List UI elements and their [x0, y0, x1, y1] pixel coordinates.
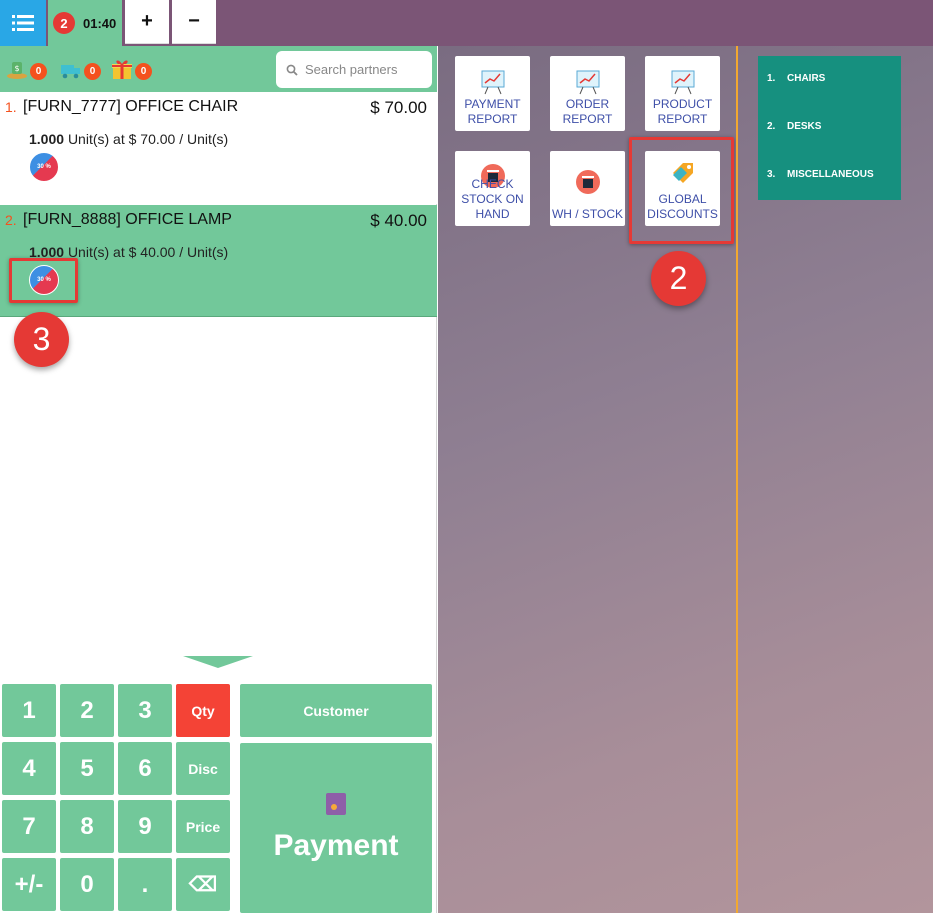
category-index: 1.: [767, 73, 776, 84]
tile-label: PRODUCT REPORT: [652, 97, 713, 126]
svg-text:$: $: [14, 64, 19, 73]
tile-label: PAYMENT REPORT: [464, 97, 521, 126]
line-product-name: [FURN_8888] OFFICE LAMP: [23, 211, 232, 228]
line-product-name: [FURN_7777] OFFICE CHAIR: [23, 98, 239, 115]
category-name: CHAIRS: [787, 73, 826, 84]
tile-label: CHECK STOCK ON HAND: [461, 177, 524, 221]
numpad-key-7[interactable]: 7: [2, 800, 56, 853]
tile-label: WH / STOCK: [551, 207, 624, 221]
numpad-key-1[interactable]: 1: [2, 684, 56, 737]
add-order-button[interactable]: +: [125, 0, 169, 44]
line-qty-value: 1.000: [29, 131, 65, 147]
annotation-step-2: 2: [651, 251, 706, 306]
divider-line: [736, 46, 738, 913]
numpad-key-8[interactable]: 8: [60, 800, 114, 853]
stock-icon: [575, 170, 600, 194]
customer-button[interactable]: Customer: [240, 684, 432, 737]
search-icon: [286, 64, 298, 76]
payment-label: Payment: [273, 829, 399, 862]
numpad-key-4[interactable]: 4: [2, 742, 56, 795]
top-bar: 2 01:40 + −: [0, 0, 933, 46]
gift-count: 0: [135, 63, 152, 80]
tile-label: ORDER REPORT: [562, 97, 613, 126]
category-item-chairs[interactable]: 1. CHAIRS: [758, 73, 901, 121]
gift-counter[interactable]: 0: [111, 54, 155, 80]
category-list: 1. CHAIRS 2. DESKS 3. MISCELLANEOUS: [758, 56, 901, 200]
chart-report-icon: [481, 70, 504, 95]
numpad-key-9[interactable]: 9: [118, 800, 172, 853]
line-price: $ 70.00: [370, 98, 427, 117]
line-unit-text: Unit(s) at $ 40.00 / Unit(s): [67, 244, 229, 260]
category-name: MISCELLANEOUS: [787, 169, 874, 180]
numpad-key-5[interactable]: 5: [60, 742, 114, 795]
order-pane: $ 0 0 0 Search partners 1. [FURN_7777] O…: [0, 46, 437, 913]
search-placeholder: Search partners: [305, 62, 398, 77]
delivery-count: 0: [84, 63, 101, 80]
numpad-key-2[interactable]: 2: [60, 684, 114, 737]
annotation-highlight-global-discounts: [629, 137, 734, 244]
remove-order-button[interactable]: −: [172, 0, 216, 44]
numpad-key-3[interactable]: 3: [118, 684, 172, 737]
category-item-miscellaneous[interactable]: 3. MISCELLANEOUS: [758, 169, 901, 217]
menu-button[interactable]: [0, 0, 46, 46]
chart-report-icon: [576, 70, 599, 95]
delivery-counter[interactable]: 0: [60, 54, 104, 80]
payment-report-tile[interactable]: PAYMENT REPORT: [455, 56, 530, 131]
category-name: DESKS: [787, 121, 822, 132]
gift-icon: [112, 60, 132, 79]
order-time: 01:40: [83, 15, 117, 31]
delivery-truck-icon: [61, 65, 80, 79]
cash-icon: $: [7, 62, 27, 79]
product-report-tile[interactable]: PRODUCT REPORT: [645, 56, 720, 131]
product-screen: PAYMENT REPORT ORDER REPORT PRODUCT REPO…: [438, 46, 933, 913]
search-partners-input[interactable]: Search partners: [276, 51, 432, 88]
order-header: $ 0 0 0 Search partners: [0, 46, 437, 92]
collapse-arrow-icon[interactable]: [183, 656, 253, 668]
line-price: $ 40.00: [370, 211, 427, 230]
order-report-tile[interactable]: ORDER REPORT: [550, 56, 625, 131]
line-quantity-info: 1.000 Unit(s) at $ 70.00 / Unit(s): [29, 131, 228, 147]
payment-button[interactable]: Payment: [240, 743, 432, 913]
cash-count: 0: [30, 63, 47, 80]
numpad-key-decimal[interactable]: .: [118, 858, 172, 911]
list-menu-icon: [12, 15, 34, 31]
category-index: 3.: [767, 169, 776, 180]
numpad-key-plus-minus[interactable]: +/-: [2, 858, 56, 911]
order-count-badge: 2: [53, 12, 75, 34]
payment-card-icon: [326, 793, 346, 815]
line-index: 1.: [5, 99, 17, 115]
backspace-button[interactable]: ⌫: [176, 858, 230, 911]
numpad-key-0[interactable]: 0: [60, 858, 114, 911]
annotation-highlight-discount-badge: [9, 258, 78, 303]
wh-stock-tile[interactable]: WH / STOCK: [550, 151, 625, 226]
numpad-key-6[interactable]: 6: [118, 742, 172, 795]
cash-counter[interactable]: $ 0: [6, 54, 50, 80]
order-line[interactable]: 1. [FURN_7777] OFFICE CHAIR $ 70.00 1.00…: [0, 92, 437, 204]
disc-mode-button[interactable]: Disc: [176, 742, 230, 795]
price-mode-button[interactable]: Price: [176, 800, 230, 853]
line-index: 2.: [5, 212, 17, 228]
chart-report-icon: [671, 70, 694, 95]
discount-badge-icon[interactable]: 30 %: [29, 152, 59, 182]
qty-mode-button[interactable]: Qty: [176, 684, 230, 737]
order-tab[interactable]: 2 01:40: [48, 0, 122, 46]
category-item-desks[interactable]: 2. DESKS: [758, 121, 901, 169]
backspace-icon: ⌫: [188, 874, 218, 896]
category-index: 2.: [767, 121, 776, 132]
line-unit-text: Unit(s) at $ 70.00 / Unit(s): [67, 131, 229, 147]
check-stock-tile[interactable]: CHECK STOCK ON HAND: [455, 151, 530, 226]
annotation-step-3: 3: [14, 312, 69, 367]
